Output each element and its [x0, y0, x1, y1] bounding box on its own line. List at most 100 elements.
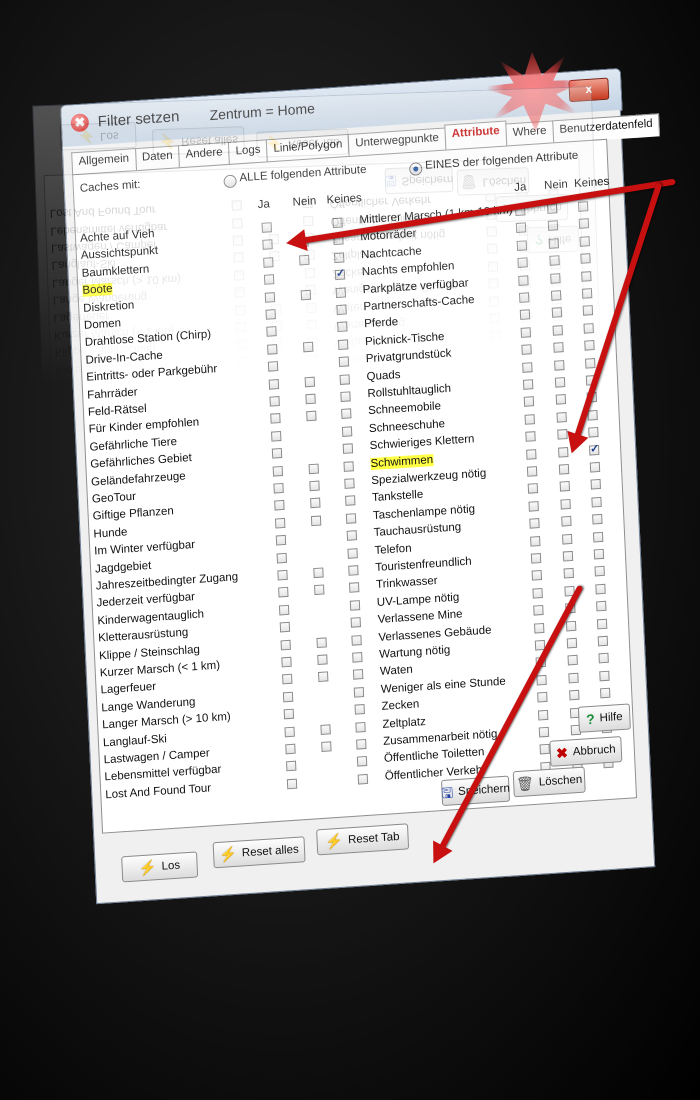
right-attribute-label: UV-Lampe nötig — [335, 368, 419, 384]
left-attribute-label: Hunde — [58, 466, 94, 480]
radio-all-label: ALLE folgenden Attribute — [232, 803, 361, 820]
right-nein-checkbox — [522, 329, 533, 340]
left-keines-checkbox — [302, 197, 313, 209]
left-attribute-label: Lebensmittel verfügbar — [50, 220, 168, 237]
right-ja-checkbox — [490, 330, 501, 342]
left-keines-checkbox — [321, 754, 333, 765]
left-header-ja: Ja — [248, 778, 262, 792]
left-ja-checkbox — [250, 739, 261, 750]
right-nein-checkbox — [520, 294, 532, 306]
left-keines-checkbox — [312, 493, 324, 504]
left-attribute-label: Diskretion — [66, 692, 119, 707]
left-ja-checkbox — [233, 270, 245, 281]
right-attribute-label: Tankstelle — [339, 473, 391, 488]
left-nein-checkbox — [284, 686, 295, 697]
right-ja-checkbox — [499, 608, 511, 620]
right-ja-checkbox — [502, 678, 513, 689]
left-keines-checkbox — [313, 510, 324, 522]
right-keines-checkbox — [567, 745, 579, 757]
left-ja-checkbox — [238, 391, 249, 403]
left-keines-checkbox — [307, 354, 319, 365]
left-attribute-label: Jagdgebiet — [57, 431, 115, 446]
left-nein-checkbox — [281, 599, 292, 610]
left-ja-checkbox — [232, 217, 243, 229]
left-keines-checkbox — [303, 215, 314, 226]
left-attribute-label: Für Kinder empfohlen — [62, 568, 174, 585]
left-keines-checkbox — [315, 563, 326, 574]
right-nein-checkbox — [524, 399, 535, 410]
right-ja-checkbox — [492, 382, 503, 394]
right-keines-checkbox — [551, 276, 562, 287]
right-ja-checkbox — [495, 469, 506, 481]
left-ja-checkbox — [245, 600, 256, 611]
right-attribute-label: Verlassenes Gebäude — [334, 332, 448, 349]
right-keines-checkbox — [565, 693, 577, 705]
right-attribute-label: Touristenfreundlich — [336, 402, 434, 419]
hilfe-label: Hilfe — [548, 232, 572, 246]
left-keines-checkbox — [316, 597, 327, 609]
tab-unterwegpunkte: Unterwegpunkte — [343, 820, 443, 848]
right-header-keines: Keines — [565, 767, 602, 781]
left-nein-checkbox — [271, 320, 283, 332]
left-attribute-label: Langlauf-Ski — [51, 257, 116, 272]
left-ja-checkbox — [249, 704, 260, 716]
left-attribute-label: Geländefahrzeuge — [60, 516, 156, 533]
attribute-tab-pane: Caches mit: ALLE folgenden Attribute EIN… — [43, 156, 603, 835]
right-attribute-label: Spezialwerkzeug nötig — [339, 488, 456, 505]
lightning-icon: ⚡ — [158, 133, 177, 151]
left-attribute-label: Baumklettern — [67, 726, 136, 741]
right-ja-checkbox — [489, 313, 500, 324]
right-nein-checkbox — [523, 364, 534, 375]
right-attribute-label: Schwieriges Klettern — [341, 524, 447, 540]
left-nein-checkbox — [282, 633, 294, 645]
left-attribute-label: Eintritts- oder Parkgebühr — [64, 619, 196, 637]
left-attribute-label: Fahrräder — [63, 605, 115, 620]
right-attribute-label: Nachts empfohlen — [347, 698, 441, 714]
right-ja-checkbox — [498, 574, 510, 585]
right-attribute-label: Partnerschafts-Cache — [345, 662, 458, 679]
left-attribute-label: Lost And Found Tour — [49, 203, 156, 220]
right-attribute-label: Parkplätze verfügbar — [346, 680, 453, 697]
tab-where: Where — [501, 816, 550, 842]
right-attribute-label: Schwimmen — [340, 508, 404, 523]
loeschen-label: Löschen — [482, 174, 527, 188]
left-ja-checkbox — [243, 548, 255, 559]
lightning-icon: ⚡ — [265, 135, 284, 153]
left-nein-checkbox — [272, 338, 283, 349]
reset-alles-button: ⚡ Reset alles — [151, 126, 245, 156]
right-header-ja: Ja — [505, 769, 519, 783]
left-attribute-label: Jahreszeitbedingter Zugang — [56, 410, 200, 428]
left-attribute-label: Lange Wanderung — [52, 290, 148, 307]
right-ja-checkbox — [495, 487, 507, 498]
right-keines-checkbox — [558, 484, 570, 496]
caches-mit-label: Caches mit: — [72, 811, 134, 826]
right-ja-checkbox — [493, 435, 505, 446]
left-ja-checkbox — [243, 530, 254, 542]
right-attribute-label: Taschenlampe nötig — [338, 454, 442, 471]
left-keines-checkbox — [321, 737, 332, 748]
right-keines-checkbox — [565, 676, 576, 687]
right-keines-checkbox — [564, 658, 576, 670]
right-attribute-label: Telefon — [337, 422, 375, 436]
right-keines-checkbox — [564, 641, 575, 652]
left-nein-checkbox — [280, 564, 291, 575]
left-attribute-label: Achte auf Vieh — [69, 760, 145, 776]
right-ja-checkbox — [493, 417, 504, 428]
left-nein-checkbox — [268, 233, 280, 245]
right-keines-checkbox — [558, 467, 569, 478]
right-attribute-label: Zecken — [331, 265, 371, 279]
left-attribute-label: Kurzer Marsch (< 1 km) — [53, 324, 175, 341]
right-attribute-label: Verlassene Mine — [334, 350, 421, 366]
left-nein-checkbox — [274, 407, 286, 419]
right-keines-checkbox — [555, 380, 566, 392]
right-ja-checkbox — [500, 626, 511, 637]
left-ja-checkbox — [242, 513, 253, 524]
left-ja-checkbox — [234, 287, 245, 298]
left-keines-checkbox — [320, 719, 332, 730]
left-ja-checkbox — [231, 200, 242, 211]
left-attribute-label: Boote — [67, 710, 98, 724]
right-nein-checkbox — [536, 729, 547, 740]
right-keines-checkbox — [553, 328, 564, 339]
right-ja-checkbox — [499, 591, 510, 602]
left-keines-checkbox — [312, 476, 323, 487]
